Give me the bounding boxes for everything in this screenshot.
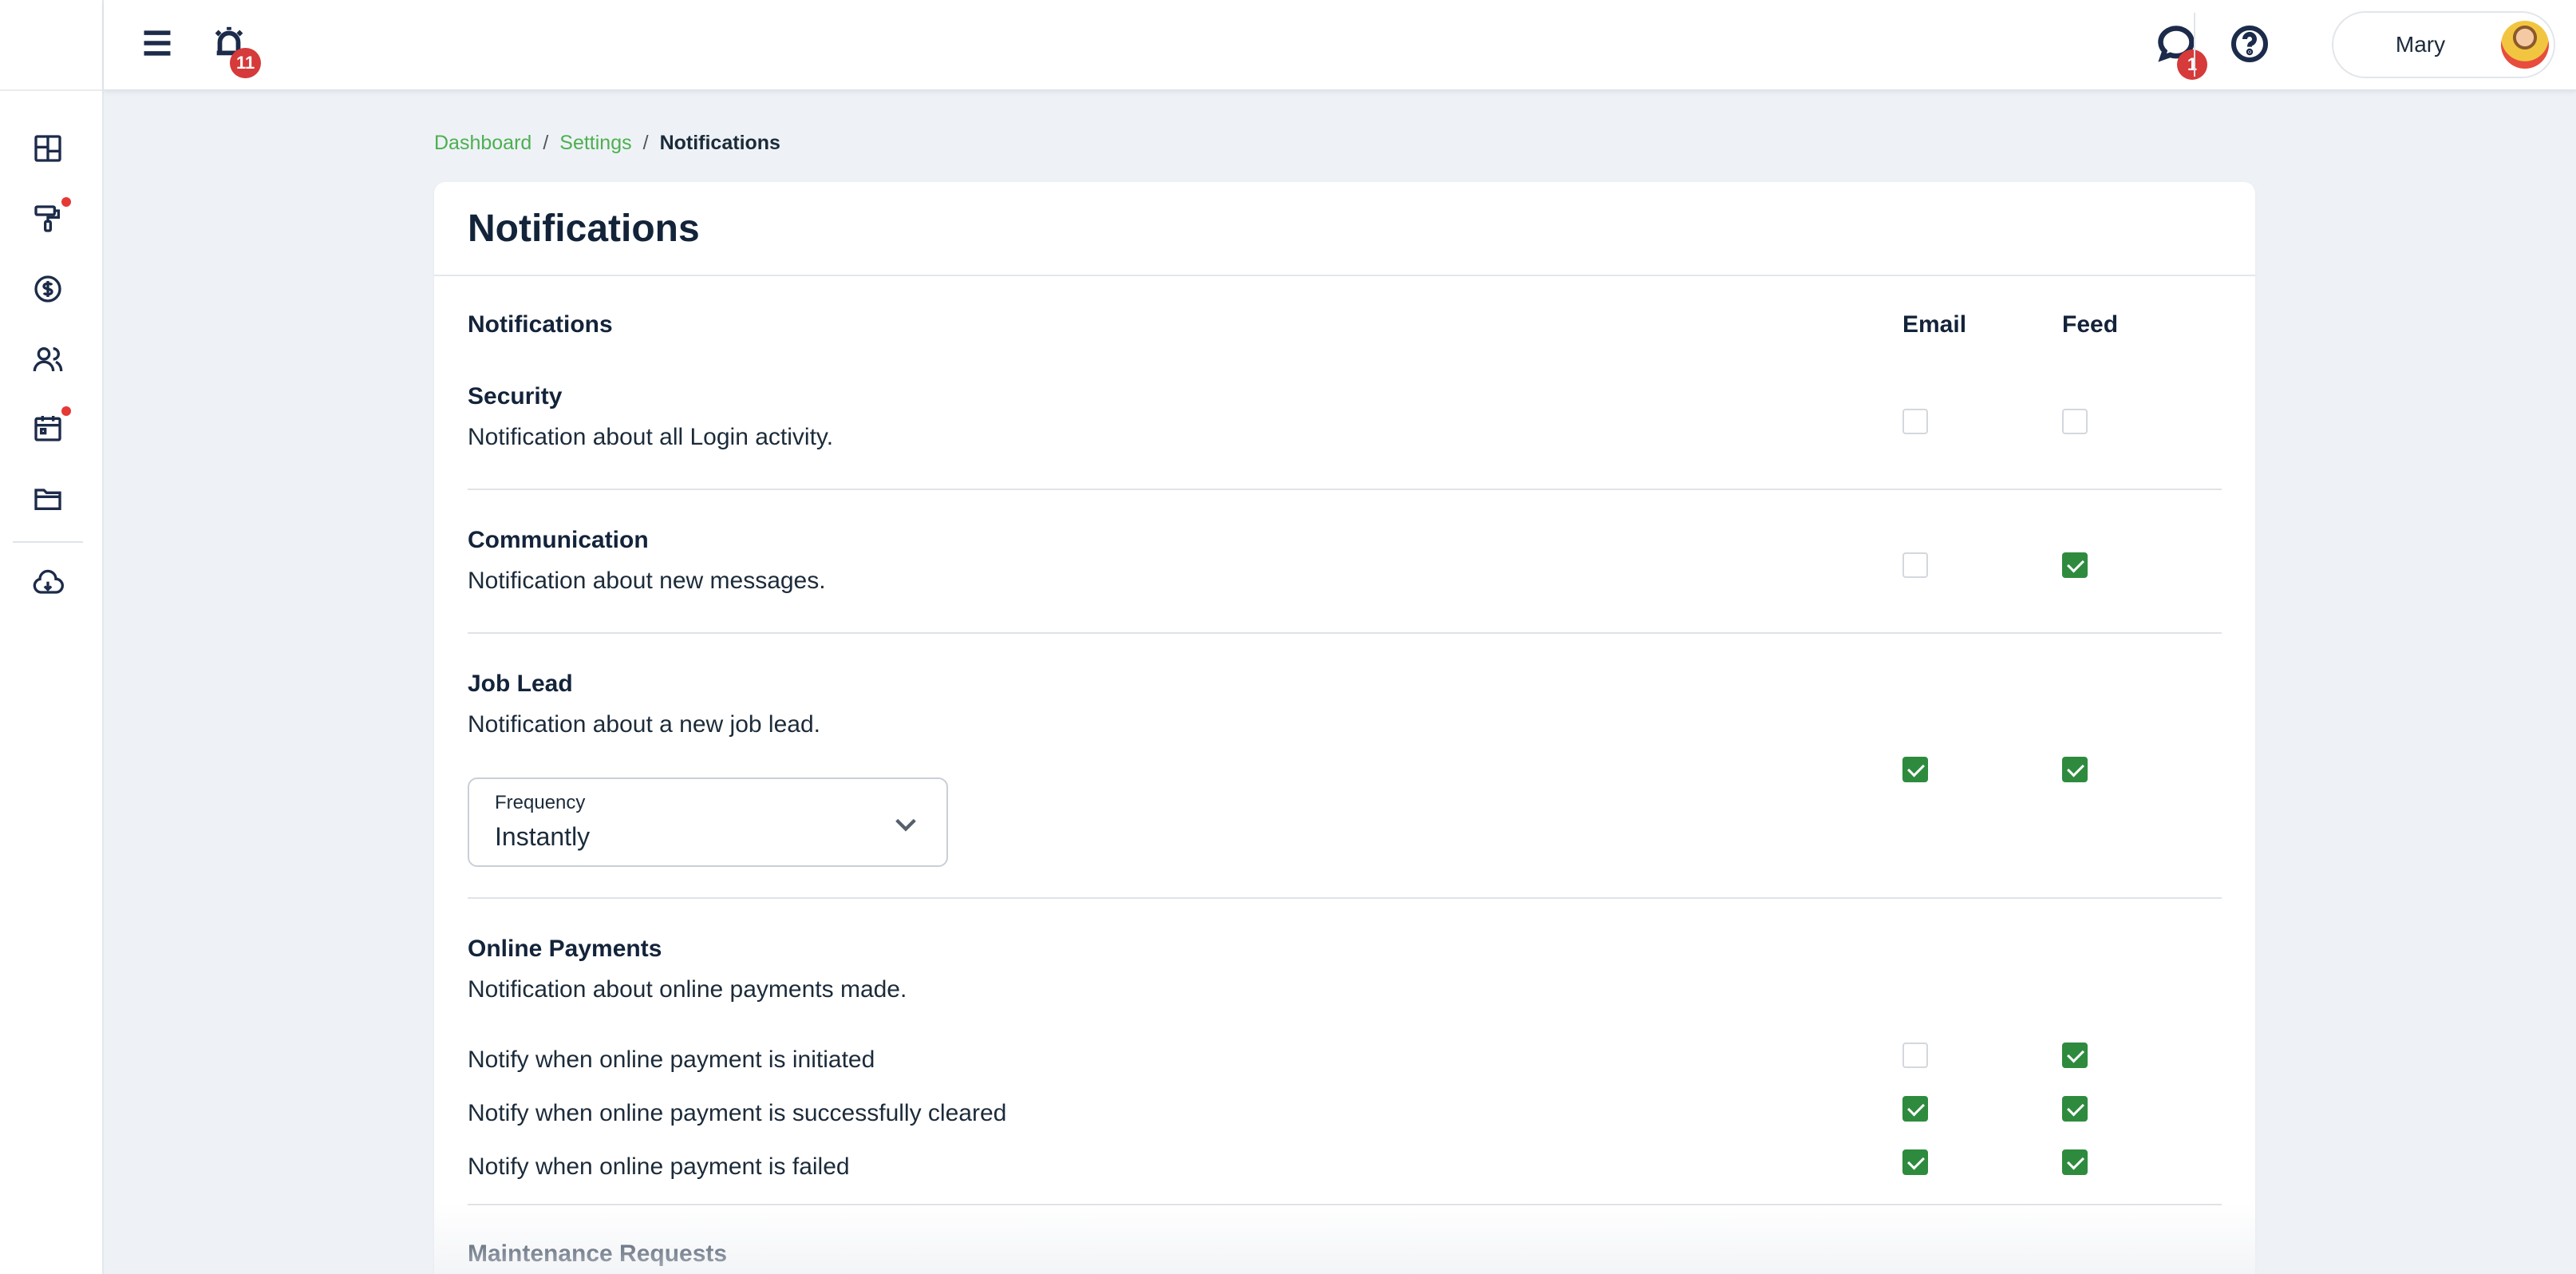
divider	[468, 632, 2222, 634]
communication-description: Notification about new messages.	[468, 568, 826, 594]
sidebar-divider	[13, 541, 83, 543]
chat-icon[interactable]: 1	[2155, 22, 2207, 80]
page-title: Notifications	[468, 207, 700, 250]
online-payments-description: Notification about online payments made.	[468, 976, 907, 1003]
column-header-email: Email	[1902, 311, 1967, 338]
dashboard-icon[interactable]	[31, 132, 65, 165]
chat-badge: 1	[2177, 49, 2207, 80]
payment-initiated-feed-checkbox[interactable]	[2062, 1043, 2088, 1068]
breadcrumb: Dashboard / Settings / Notifications	[434, 132, 780, 155]
payment-initiated-email-checkbox[interactable]	[1902, 1043, 1928, 1068]
frequency-select[interactable]: Frequency Instantly	[468, 777, 948, 867]
security-email-checkbox[interactable]	[1902, 409, 1928, 434]
top-bar: 11 1 Mary	[104, 0, 2576, 91]
sidebar	[0, 0, 104, 1274]
notification-dot	[61, 406, 71, 416]
alarm-icon[interactable]: 11	[209, 22, 262, 78]
paint-roller-icon[interactable]	[31, 197, 71, 235]
notifications-card: Notifications Notifications Email Feed S…	[434, 182, 2255, 1274]
sidebar-logo-area	[0, 0, 102, 91]
card-header: Notifications	[434, 182, 2255, 276]
column-header-notifications: Notifications	[468, 311, 613, 338]
security-description: Notification about all Login activity.	[468, 424, 834, 450]
communication-title: Communication	[468, 527, 649, 553]
job-lead-description: Notification about a new job lead.	[468, 711, 820, 738]
frequency-value: Instantly	[495, 822, 591, 851]
payment-failed-label: Notify when online payment is failed	[468, 1153, 850, 1180]
payment-cleared-label: Notify when online payment is successful…	[468, 1100, 1007, 1126]
online-payments-title: Online Payments	[468, 936, 662, 962]
job-lead-feed-checkbox[interactable]	[2062, 757, 2088, 782]
breadcrumb-separator: /	[543, 132, 549, 154]
breadcrumb-separator: /	[642, 132, 649, 154]
divider	[468, 489, 2222, 490]
breadcrumb-current: Notifications	[659, 132, 780, 154]
alarm-badge: 11	[230, 48, 262, 78]
chevron-down-icon	[892, 811, 919, 838]
payment-failed-email-checkbox[interactable]	[1902, 1149, 1928, 1175]
payment-failed-feed-checkbox[interactable]	[2062, 1149, 2088, 1175]
divider	[468, 1204, 2222, 1205]
users-icon[interactable]	[31, 342, 65, 376]
communication-email-checkbox[interactable]	[1902, 552, 1928, 578]
breadcrumb-dashboard[interactable]: Dashboard	[434, 132, 531, 155]
security-feed-checkbox[interactable]	[2062, 409, 2088, 434]
job-lead-email-checkbox[interactable]	[1902, 757, 1928, 782]
calendar-icon[interactable]	[31, 406, 71, 445]
payment-cleared-feed-checkbox[interactable]	[2062, 1096, 2088, 1122]
folder-icon[interactable]	[31, 481, 65, 515]
cloud-download-icon[interactable]	[31, 568, 65, 601]
breadcrumb-settings[interactable]: Settings	[559, 132, 631, 155]
avatar	[2501, 21, 2549, 69]
payment-initiated-label: Notify when online payment is initiated	[468, 1046, 875, 1073]
divider	[468, 897, 2222, 899]
communication-feed-checkbox[interactable]	[2062, 552, 2088, 578]
job-lead-title: Job Lead	[468, 671, 573, 697]
user-menu[interactable]: Mary	[2332, 11, 2555, 78]
user-name: Mary	[2395, 32, 2446, 57]
topbar-divider	[2194, 13, 2195, 77]
dollar-icon[interactable]	[31, 272, 65, 306]
frequency-label: Frequency	[495, 792, 586, 813]
hamburger-menu-icon[interactable]	[138, 24, 176, 62]
column-header-feed: Feed	[2062, 311, 2119, 338]
security-title: Security	[468, 383, 563, 410]
help-icon[interactable]	[2230, 24, 2270, 64]
payment-cleared-email-checkbox[interactable]	[1902, 1096, 1928, 1122]
notification-dot	[61, 197, 71, 207]
maintenance-title: Maintenance Requests	[468, 1240, 728, 1267]
